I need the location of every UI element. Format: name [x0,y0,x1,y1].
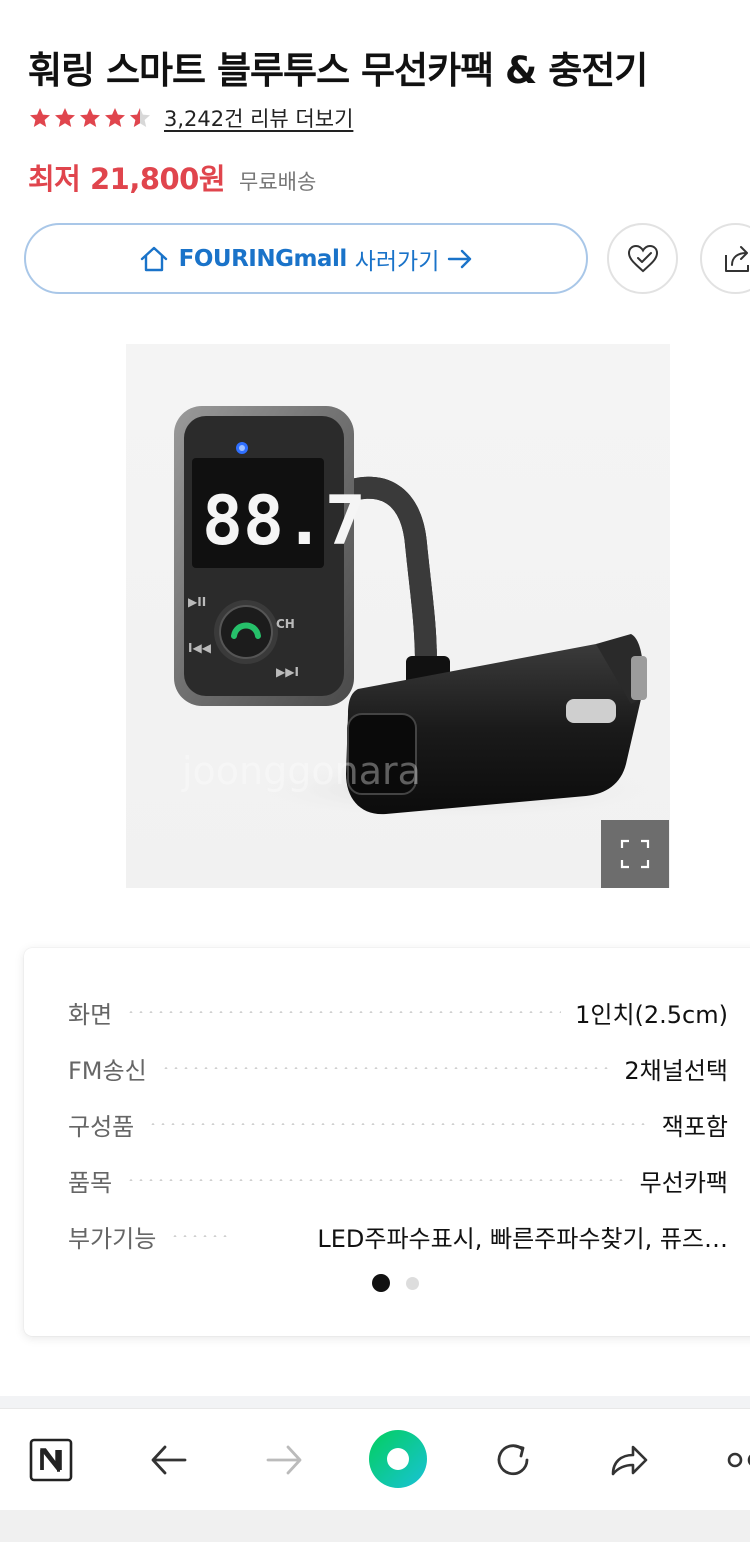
spec-label: 구성품 [68,1112,135,1141]
buy-label: 사러가기 [354,248,440,275]
back-arrow-icon [151,1445,187,1475]
more-button[interactable] [712,1431,750,1489]
watermark: joonggonara [181,749,421,793]
reload-button[interactable] [484,1431,542,1489]
naver-home-button[interactable] [368,1429,428,1489]
spec-label: 부가기능 [68,1224,157,1253]
spec-row: 부가기능 LED주파수표시, 빠른주파수찾기, 퓨즈… [68,1216,728,1256]
price-row: 최저 21,800원 무료배송 [28,156,316,198]
dotted-leader [160,1067,611,1069]
spec-value: LED주파수표시, 빠른주파수찾기, 퓨즈… [317,1224,728,1253]
fm-transmitter-photo: 88.7 ▶II CH I◀◀ ▶▶I joonggonara [174,406,656,819]
spec-pager[interactable] [372,1274,419,1292]
forward-arrow-icon [266,1445,302,1475]
svg-text:▶▶I: ▶▶I [276,665,299,679]
share-icon [724,245,749,272]
spec-row: FM송신 2채널선택 [68,1048,728,1088]
arrow-right-icon [448,249,472,268]
spec-label: FM송신 [68,1056,147,1085]
lowest-price: 최저 21,800원 [28,162,226,196]
mall-name: FOURINGmall [178,245,348,272]
spec-value: 무선카팩 [639,1168,728,1197]
section-separator [0,1396,750,1408]
spec-value: 잭포함 [661,1112,728,1141]
star-icon [53,106,77,130]
svg-text:▶II: ▶II [188,595,206,609]
dotted-leader [126,1011,562,1013]
svg-text:CH: CH [276,617,295,631]
review-link[interactable]: 3,242건 리뷰 더보기 [164,103,353,133]
shipping-info: 무료배송 [239,170,317,194]
naver-home-icon [369,1430,427,1488]
frequency-display: 88.7 [202,482,366,561]
share-arrow-icon [611,1445,648,1476]
back-button[interactable] [140,1431,198,1489]
star-icon [28,106,52,130]
heart-check-icon [627,244,658,272]
spec-card: 화면 1인치(2.5cm) FM송신 2채널선택 구성품 잭포함 품목 무선카팩… [24,948,750,1336]
forward-button[interactable] [255,1431,313,1489]
spec-value: 2채널선택 [624,1056,728,1085]
dotted-leader [170,1235,231,1237]
rating-row: 3,242건 리뷰 더보기 [28,102,353,134]
spec-label: 품목 [68,1168,113,1197]
wishlist-button[interactable] [607,223,678,294]
expand-image-button[interactable] [601,820,669,888]
spec-row: 화면 1인치(2.5cm) [68,992,728,1032]
more-icon [727,1452,750,1468]
svg-text:I◀◀: I◀◀ [188,641,212,655]
naver-n-button[interactable] [22,1431,80,1489]
share-page-button[interactable] [600,1431,658,1489]
dotted-leader [148,1123,648,1125]
spec-value: 1인치(2.5cm) [575,1000,728,1029]
dotted-leader [126,1179,626,1181]
product-title: 훠링 스마트 블루투스 무선카팩 & 충전기 [28,49,648,92]
pager-dot-active[interactable] [372,1274,390,1292]
star-rating [28,106,152,130]
pager-dot[interactable] [406,1276,419,1290]
buy-button[interactable]: FOURINGmall 사러가기 [24,223,588,294]
star-icon [78,106,102,130]
spec-label: 화면 [68,1000,113,1029]
share-button[interactable] [700,223,750,294]
home-icon [140,246,167,271]
spec-row: 구성품 잭포함 [68,1104,728,1144]
fullscreen-icon [620,839,650,869]
browser-bottom-bar [0,1408,750,1510]
product-image[interactable]: 88.7 ▶II CH I◀◀ ▶▶I joonggonara [126,344,670,888]
half-star-icon [128,106,152,130]
system-nav-bar [0,1510,750,1542]
naver-n-icon [29,1438,73,1482]
spec-row: 품목 무선카팩 [68,1160,728,1200]
reload-icon [497,1444,529,1476]
star-icon [103,106,127,130]
